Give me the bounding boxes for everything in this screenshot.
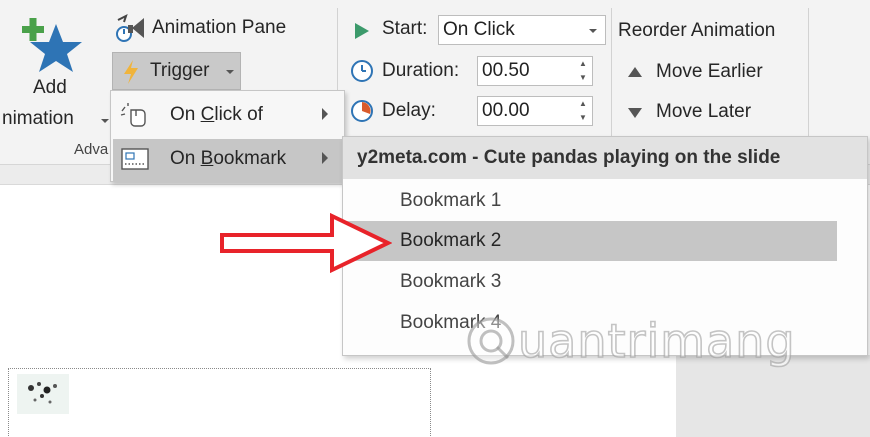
start-label: Start: [382, 18, 428, 39]
separator [611, 8, 612, 136]
trigger-dropdown-menu: On Click of On Bookmark [110, 90, 345, 182]
move-later-label: Move Later [656, 101, 752, 122]
workspace-background [676, 355, 870, 437]
duration-value: 00.50 [482, 60, 530, 81]
slide-image [17, 374, 69, 414]
trigger-label: Trigger [150, 60, 210, 81]
play-triangle-icon [355, 23, 369, 39]
spin-up-icon[interactable]: ▲ [578, 59, 588, 68]
delay-stepper[interactable]: 00.00 ▲ ▼ [477, 96, 593, 126]
menu-item-on-bookmark[interactable]: On Bookmark [113, 139, 342, 181]
bookmark-item-2[interactable]: Bookmark 2 [343, 221, 837, 261]
chevron-right-icon [322, 108, 328, 120]
delay-pie-icon [351, 100, 373, 122]
bookmark-item-1[interactable]: Bookmark 1 [343, 181, 837, 221]
animation-pane-label: Animation Pane [152, 17, 287, 38]
triangle-down-icon [628, 108, 642, 118]
move-earlier-label: Move Earlier [656, 61, 763, 82]
trigger-button[interactable]: Trigger [112, 52, 241, 90]
clock-icon [351, 60, 373, 82]
move-later-button[interactable]: Move Later [622, 98, 792, 128]
group-label-advanced: Adva [74, 141, 109, 158]
start-dropdown[interactable]: On Click [438, 15, 606, 45]
menu-item-on-click-of[interactable]: On Click of [113, 95, 342, 137]
reorder-animation-title: Reorder Animation [618, 20, 776, 41]
spin-up-icon[interactable]: ▲ [578, 99, 588, 108]
animation-pane-button[interactable]: Animation Pane [112, 12, 312, 46]
bookmark-media-icon [121, 148, 149, 170]
chevron-right-icon [322, 152, 328, 164]
duration-stepper[interactable]: 00.50 ▲ ▼ [477, 56, 593, 86]
chevron-down-icon [589, 29, 597, 33]
star-plus-icon [22, 18, 82, 72]
chevron-down-icon [101, 119, 109, 123]
separator [808, 8, 809, 136]
spin-down-icon[interactable]: ▼ [578, 113, 588, 122]
slide-canvas[interactable] [8, 368, 431, 437]
triangle-up-icon [628, 67, 642, 77]
media-title-header: y2meta.com - Cute pandas playing on the … [343, 137, 867, 179]
mouse-click-icon [120, 103, 146, 127]
add-animation-label-line1: Add [33, 77, 67, 98]
animation-pane-icon [116, 14, 144, 42]
lightning-icon [124, 60, 138, 84]
menu-item-label: On Click of [170, 104, 263, 125]
spin-down-icon[interactable]: ▼ [578, 73, 588, 82]
chevron-down-icon [226, 70, 234, 74]
duration-label: Duration: [382, 60, 460, 81]
delay-label: Delay: [382, 100, 436, 121]
menu-item-label: On Bookmark [170, 148, 287, 169]
red-arrow-icon [220, 212, 392, 274]
move-earlier-button[interactable]: Move Earlier [622, 58, 792, 88]
add-animation-label-line2: nimation [2, 108, 74, 129]
bookmark-item-3[interactable]: Bookmark 3 [343, 262, 837, 302]
delay-value: 00.00 [482, 100, 530, 121]
start-value: On Click [443, 19, 515, 40]
add-animation-button[interactable]: Add nimation [0, 4, 109, 134]
bookmark-item-4[interactable]: Bookmark 4 [343, 303, 837, 343]
bookmark-submenu: y2meta.com - Cute pandas playing on the … [342, 136, 868, 356]
